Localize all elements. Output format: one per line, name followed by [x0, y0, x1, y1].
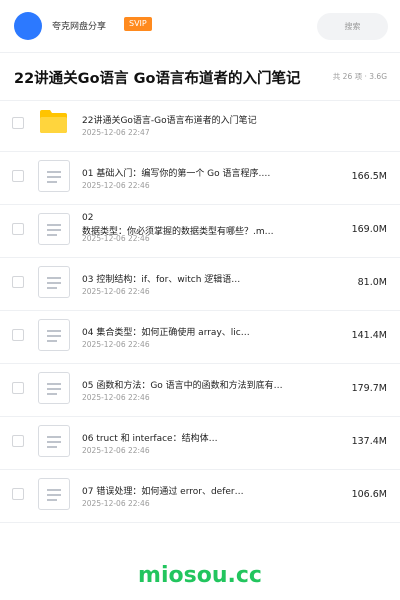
file-row[interactable]: 02 数据类型：你必须掌握的数据类型有哪些？.m… 2025-12-06 22:4… — [0, 205, 400, 258]
watermark: miosou.cc — [138, 563, 262, 588]
select-checkbox[interactable] — [12, 382, 24, 394]
file-date: 2025-12-06 22:47 — [82, 128, 150, 137]
select-checkbox[interactable] — [12, 488, 24, 500]
file-list: 22讲通关Go语言-Go语言布道者的入门笔记 2025-12-06 22:47 01… — [0, 99, 400, 523]
document-icon — [38, 319, 70, 351]
file-row[interactable]: 05 函数和方法：Go 语言中的函数和方法到底有… 2025-12-06 22:4… — [0, 364, 400, 417]
page-title: 22讲通关Go语言 Go语言布道者的入门笔记 — [14, 71, 301, 87]
file-row[interactable]: 04 集合类型：如何正确使用 array、lic… 2025-12-06 22:4… — [0, 311, 400, 364]
file-size: 81.0M — [357, 277, 387, 288]
select-checkbox[interactable] — [12, 170, 24, 182]
folder-icon — [40, 110, 67, 133]
search-button[interactable]: 搜索 — [317, 13, 388, 40]
file-name[interactable]: 05 函数和方法：Go 语言中的函数和方法到底有… — [82, 378, 320, 391]
select-checkbox[interactable] — [12, 223, 24, 235]
file-size: 106.6M — [351, 489, 387, 500]
document-icon — [38, 266, 70, 298]
select-checkbox[interactable] — [12, 276, 24, 288]
folder-header: 22讲通关Go语言 Go语言布道者的入门笔记 共 26 项 · 3.6G — [0, 52, 400, 101]
file-row[interactable]: 06 truct 和 interface：结构体… 2025-12-06 22:4… — [0, 417, 400, 470]
select-checkbox[interactable] — [12, 117, 24, 129]
file-size: 169.0M — [351, 224, 387, 235]
file-name[interactable]: 22讲通关Go语言-Go语言布道者的入门笔记 — [82, 113, 320, 126]
file-date: 2025-12-06 22:46 — [82, 234, 150, 243]
file-size: 137.4M — [351, 436, 387, 447]
file-row[interactable]: 07 错误处理：如何通过 error、defer… 2025-12-06 22:4… — [0, 470, 400, 523]
file-size: 179.7M — [351, 383, 387, 394]
file-date: 2025-12-06 22:46 — [82, 393, 150, 402]
document-icon — [38, 160, 70, 192]
file-date: 2025-12-06 22:46 — [82, 446, 150, 455]
file-date: 2025-12-06 22:46 — [82, 181, 150, 190]
file-size: 166.5M — [351, 171, 387, 182]
file-row[interactable]: 03 控制结构：if、for、witch 逻辑语… 2025-12-06 22:4… — [0, 258, 400, 311]
share-owner-name: 夸克网盘分享 — [52, 22, 107, 32]
file-name[interactable]: 07 错误处理：如何通过 error、defer… — [82, 484, 320, 497]
file-size: 141.4M — [351, 330, 387, 341]
file-name[interactable]: 04 集合类型：如何正确使用 array、lic… — [82, 325, 320, 338]
file-row[interactable]: 22讲通关Go语言-Go语言布道者的入门笔记 2025-12-06 22:47 — [0, 99, 400, 152]
file-name[interactable]: 03 控制结构：if、for、witch 逻辑语… — [82, 272, 320, 285]
file-date: 2025-12-06 22:46 — [82, 287, 150, 296]
file-date: 2025-12-06 22:46 — [82, 499, 150, 508]
top-bar: 夸克网盘分享 SVIP 搜索 — [0, 0, 400, 52]
avatar[interactable] — [14, 12, 42, 40]
document-icon — [38, 478, 70, 510]
folder-meta: 共 26 项 · 3.6G — [332, 72, 387, 81]
document-icon — [38, 213, 70, 245]
document-icon — [38, 372, 70, 404]
file-row[interactable]: 01 基础入门：编写你的第一个 Go 语言程序.… 2025-12-06 22:4… — [0, 152, 400, 205]
svip-badge: SVIP — [124, 17, 152, 31]
file-name[interactable]: 06 truct 和 interface：结构体… — [82, 431, 320, 444]
file-date: 2025-12-06 22:46 — [82, 340, 150, 349]
select-checkbox[interactable] — [12, 329, 24, 341]
select-checkbox[interactable] — [12, 435, 24, 447]
document-icon — [38, 425, 70, 457]
file-name[interactable]: 01 基础入门：编写你的第一个 Go 语言程序.… — [82, 166, 320, 179]
